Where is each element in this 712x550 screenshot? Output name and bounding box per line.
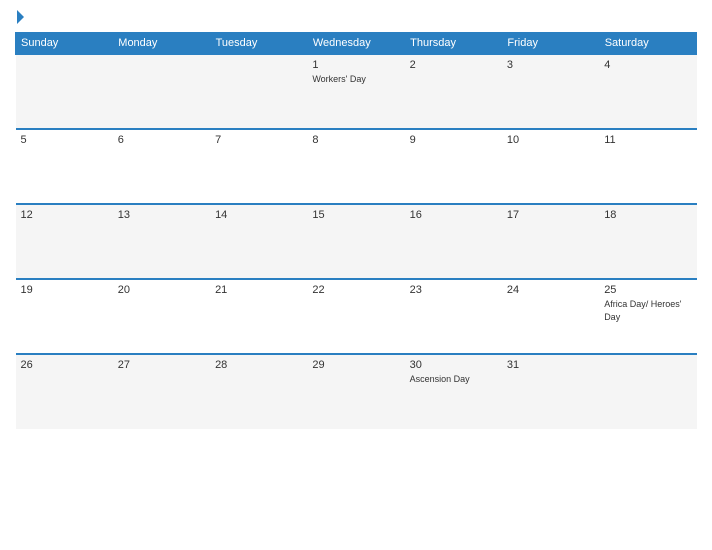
calendar-cell: 3 xyxy=(502,54,599,129)
weekday-header-saturday: Saturday xyxy=(599,33,696,55)
calendar-cell: 9 xyxy=(405,129,502,204)
week-row-1: 1 Workers' Day 234 xyxy=(16,54,697,129)
calendar-cell: 6 xyxy=(113,129,210,204)
calendar-cell: 13 xyxy=(113,204,210,279)
calendar-cell: 2 xyxy=(405,54,502,129)
calendar-cell xyxy=(599,354,696,429)
week-row-3: 12 13 14 15 16 17 18 xyxy=(16,204,697,279)
day-number: 31 xyxy=(507,359,594,371)
day-number: 16 xyxy=(410,209,497,221)
day-number: 30 xyxy=(410,359,497,371)
day-number: 20 xyxy=(118,284,205,296)
logo-flag-icon xyxy=(17,10,24,24)
day-number: 28 xyxy=(215,359,302,371)
calendar-cell xyxy=(113,54,210,129)
calendar-cell: 16 xyxy=(405,204,502,279)
day-number: 21 xyxy=(215,284,302,296)
calendar-cell: 28 xyxy=(210,354,307,429)
calendar-cell: 31 xyxy=(502,354,599,429)
calendar-cell: 21 xyxy=(210,279,307,354)
calendar-cell: 1 Workers' Day xyxy=(307,54,404,129)
day-number: 18 xyxy=(604,209,691,221)
weekday-header-tuesday: Tuesday xyxy=(210,33,307,55)
day-number: 19 xyxy=(21,284,108,296)
week-row-2: 56789 10 11 xyxy=(16,129,697,204)
calendar-cell: 23 xyxy=(405,279,502,354)
calendar-cell: 18 xyxy=(599,204,696,279)
weekday-header-row: SundayMondayTuesdayWednesdayThursdayFrid… xyxy=(16,33,697,55)
day-number: 2 xyxy=(410,59,497,71)
day-number: 6 xyxy=(118,134,205,146)
day-number: 13 xyxy=(118,209,205,221)
calendar-cell: 4 xyxy=(599,54,696,129)
calendar-cell: 29 xyxy=(307,354,404,429)
calendar-cell: 17 xyxy=(502,204,599,279)
day-number: 22 xyxy=(312,284,399,296)
calendar-cell xyxy=(16,54,113,129)
day-number: 14 xyxy=(215,209,302,221)
day-number: 7 xyxy=(215,134,302,146)
weekday-header-wednesday: Wednesday xyxy=(307,33,404,55)
calendar-cell: 20 xyxy=(113,279,210,354)
week-row-5: 26 27 28 29 30 Ascension Day 31 xyxy=(16,354,697,429)
day-number: 24 xyxy=(507,284,594,296)
day-number: 15 xyxy=(312,209,399,221)
weekday-header-thursday: Thursday xyxy=(405,33,502,55)
weekday-header-friday: Friday xyxy=(502,33,599,55)
day-number: 10 xyxy=(507,134,594,146)
calendar-cell: 12 xyxy=(16,204,113,279)
event-text: Africa Day/ Heroes' Day xyxy=(604,299,681,322)
day-number: 26 xyxy=(21,359,108,371)
calendar-cell: 7 xyxy=(210,129,307,204)
calendar-cell: 22 xyxy=(307,279,404,354)
event-text: Workers' Day xyxy=(312,74,366,84)
calendar-cell: 25 Africa Day/ Heroes' Day xyxy=(599,279,696,354)
weekday-header-monday: Monday xyxy=(113,33,210,55)
calendar-cell: 30 Ascension Day xyxy=(405,354,502,429)
calendar-cell: 26 xyxy=(16,354,113,429)
day-number: 3 xyxy=(507,59,594,71)
day-number: 1 xyxy=(312,59,399,71)
day-number: 17 xyxy=(507,209,594,221)
day-number: 11 xyxy=(604,134,691,146)
calendar-cell: 27 xyxy=(113,354,210,429)
week-row-4: 19 20 21 22 23 24 25 Africa Day/ Heroes' Day xyxy=(16,279,697,354)
event-text: Ascension Day xyxy=(410,374,470,384)
calendar-page: SundayMondayTuesdayWednesdayThursdayFrid… xyxy=(0,0,712,550)
calendar-cell: 5 xyxy=(16,129,113,204)
day-number: 8 xyxy=(312,134,399,146)
calendar-cell: 8 xyxy=(307,129,404,204)
calendar-cell: 11 xyxy=(599,129,696,204)
day-number: 27 xyxy=(118,359,205,371)
day-number: 29 xyxy=(312,359,399,371)
day-number: 4 xyxy=(604,59,691,71)
day-number: 9 xyxy=(410,134,497,146)
logo xyxy=(15,10,24,24)
day-number: 25 xyxy=(604,284,691,296)
calendar-cell: 14 xyxy=(210,204,307,279)
calendar-table: SundayMondayTuesdayWednesdayThursdayFrid… xyxy=(15,32,697,429)
calendar-header xyxy=(15,10,697,24)
day-number: 12 xyxy=(21,209,108,221)
day-number: 5 xyxy=(21,134,108,146)
day-number: 23 xyxy=(410,284,497,296)
calendar-cell: 15 xyxy=(307,204,404,279)
calendar-cell: 19 xyxy=(16,279,113,354)
calendar-cell: 24 xyxy=(502,279,599,354)
calendar-cell: 10 xyxy=(502,129,599,204)
weekday-header-sunday: Sunday xyxy=(16,33,113,55)
calendar-cell xyxy=(210,54,307,129)
